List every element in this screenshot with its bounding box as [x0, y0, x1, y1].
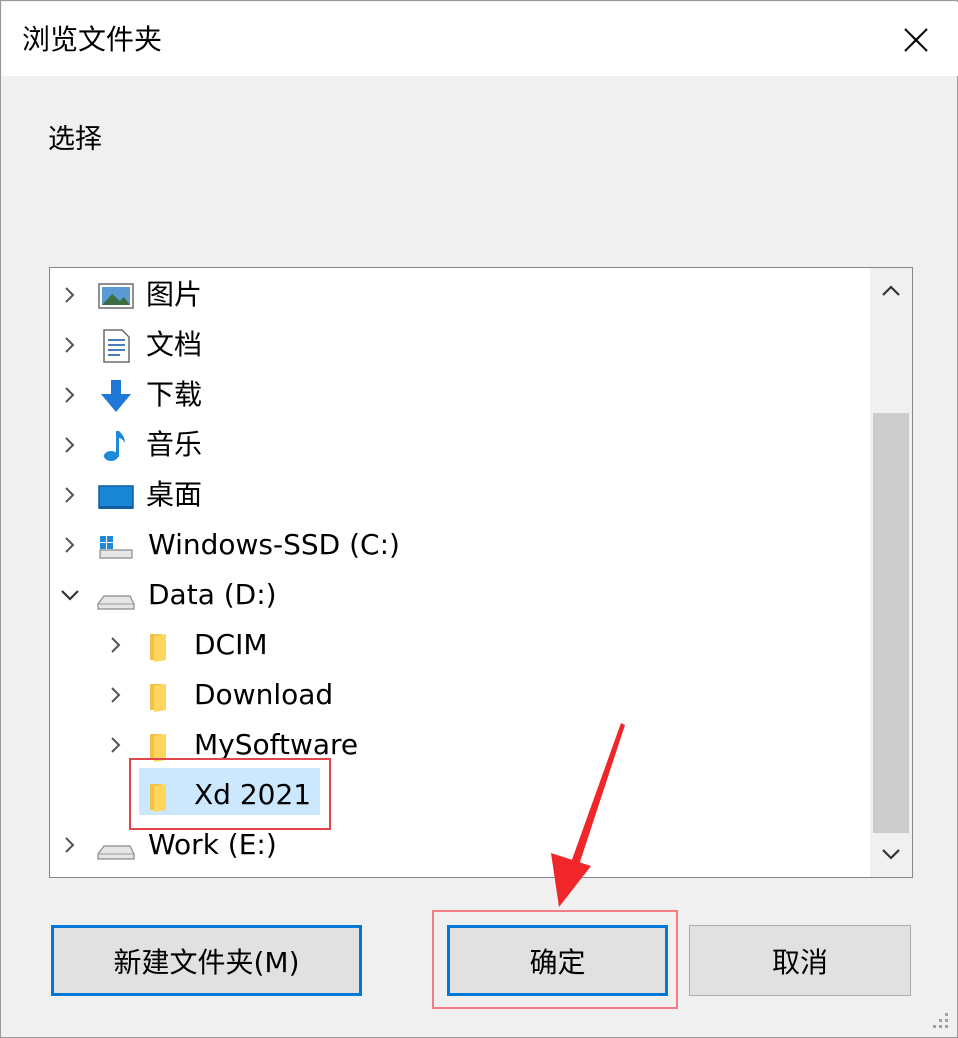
folder-icon [150, 634, 166, 662]
chevron-right-icon[interactable] [58, 383, 82, 407]
scroll-up-button[interactable] [870, 268, 912, 314]
tree-item-label: 文档 [146, 328, 203, 361]
chevron-right-icon[interactable] [58, 283, 82, 307]
tree-item-download[interactable]: Download [50, 670, 870, 720]
tree-item-label: 音乐 [146, 428, 203, 461]
close-button[interactable] [890, 16, 942, 64]
annotation-arrow-icon [551, 723, 625, 907]
close-icon [904, 28, 928, 52]
chevron-right-icon[interactable] [58, 433, 82, 457]
tree-item-documents[interactable]: 文档 [50, 320, 870, 370]
desktop-icon [98, 485, 134, 509]
folder-tree[interactable]: 图片 文档 下载 音乐 桌面 Windows-SSD (C:) Data (D:… [49, 267, 913, 878]
annotation-highlight-box [129, 758, 331, 830]
chevron-right-icon[interactable] [58, 483, 82, 507]
documents-icon [103, 329, 130, 363]
chevron-right-icon[interactable] [104, 633, 128, 657]
chevron-up-icon [882, 285, 900, 296]
tree-item-downloads[interactable]: 下载 [50, 370, 870, 420]
pictures-icon [98, 283, 134, 309]
chevron-down-icon [882, 849, 900, 860]
tree-item-label: Data (D:) [148, 578, 277, 611]
ok-button[interactable]: 确定 [447, 925, 668, 996]
prompt-text: 选择 [48, 124, 102, 155]
chevron-right-icon[interactable] [58, 533, 82, 557]
title-bar: 浏览文件夹 [2, 2, 958, 76]
chevron-down-icon[interactable] [58, 583, 82, 607]
tree-item-label: 桌面 [146, 478, 203, 511]
tree-item-music[interactable]: 音乐 [50, 420, 870, 470]
tree-item-drive-c[interactable]: Windows-SSD (C:) [50, 520, 870, 570]
tree-item-pictures[interactable]: 图片 [50, 270, 870, 320]
drive-icon [97, 595, 135, 610]
dialog-title: 浏览文件夹 [22, 23, 163, 56]
cancel-button[interactable]: 取消 [689, 925, 911, 996]
chevron-right-icon[interactable] [104, 733, 128, 757]
chevron-right-icon[interactable] [104, 683, 128, 707]
chevron-right-icon[interactable] [58, 833, 82, 857]
new-folder-button[interactable]: 新建文件夹(M) [51, 925, 362, 996]
windows-drive-icon [99, 536, 133, 559]
scroll-thumb[interactable] [873, 413, 909, 833]
chevron-right-icon[interactable] [58, 333, 82, 357]
tree-item-drive-d[interactable]: Data (D:) [50, 570, 870, 620]
tree-item-label: Windows-SSD (C:) [148, 528, 400, 561]
tree-item-label: DCIM [194, 628, 268, 661]
resize-grip-icon[interactable] [927, 1007, 953, 1033]
vertical-scrollbar[interactable] [870, 268, 912, 877]
tree-item-dcim[interactable]: DCIM [50, 620, 870, 670]
downloads-icon [101, 380, 131, 412]
tree-item-label: 下载 [146, 378, 203, 411]
scroll-down-button[interactable] [870, 831, 912, 877]
tree-item-label: Download [194, 678, 334, 711]
tree-item-label: Work (E:) [148, 828, 277, 861]
browse-folder-dialog: 浏览文件夹 选择 图片 文档 下载 音乐 桌面 Windows-SSD (C:)… [0, 0, 958, 1038]
folder-icon [150, 684, 166, 712]
drive-icon [97, 845, 135, 860]
tree-item-desktop[interactable]: 桌面 [50, 470, 870, 520]
tree-item-label: 图片 [146, 278, 203, 311]
music-icon [104, 431, 125, 461]
